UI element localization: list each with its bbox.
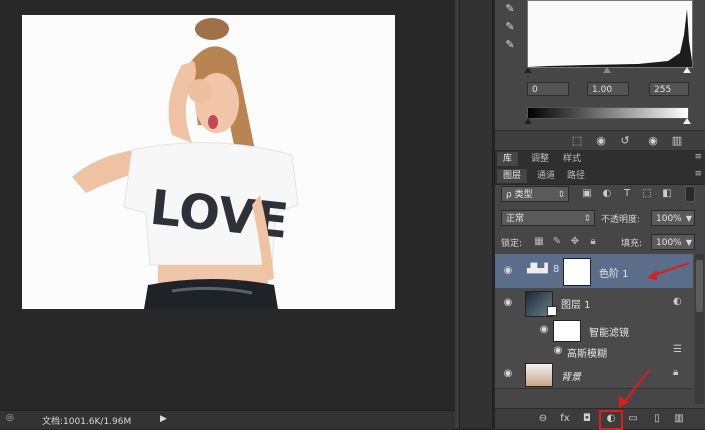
smart-filter-mask-thumbnail[interactable] bbox=[553, 320, 581, 342]
filter-smart-object-icon[interactable]: ◧ bbox=[661, 188, 673, 200]
opacity-value: 100% bbox=[656, 214, 682, 224]
status-menu-arrow-icon[interactable]: ▶ bbox=[160, 414, 167, 424]
chain-link-icon[interactable]: 8 bbox=[553, 264, 559, 275]
new-layer-icon[interactable]: ▯ bbox=[649, 412, 665, 426]
lock-position-icon[interactable]: ✥ bbox=[569, 236, 581, 248]
chevron-down-icon: ⇕ bbox=[557, 190, 565, 200]
lock-image-pixels-icon[interactable]: ✎ bbox=[551, 236, 563, 248]
filter-pixel-icon[interactable]: ▣ bbox=[581, 188, 593, 200]
layer-filter-kind-select[interactable]: ρ 类型 ⇕ bbox=[501, 186, 569, 202]
delete-adjustment-icon[interactable]: ▥ bbox=[669, 134, 685, 148]
tab-styles[interactable]: 样式 bbox=[557, 152, 587, 166]
document-size-info: 文档:1001.6K/1.96M bbox=[42, 417, 132, 427]
layers-panel-menu-icon[interactable]: ≡ bbox=[694, 169, 702, 179]
right-panel: ✎ ✎ ✎ 0 1.00 255 ⬚ ◉ ↺ ◉ ▥ 库 调整 样式 ≡ 图层 … bbox=[494, 0, 705, 430]
visibility-eye-icon[interactable]: ◉ bbox=[551, 345, 565, 357]
fill-value: 100% bbox=[656, 238, 682, 248]
blend-mode-value: 正常 bbox=[506, 214, 525, 224]
layer-name[interactable]: 色阶 1 bbox=[599, 265, 629, 280]
gray-eyedropper-icon[interactable]: ✎ bbox=[503, 20, 517, 34]
new-adjustment-layer-icon[interactable]: ◐ bbox=[599, 410, 623, 430]
tab-channels[interactable]: 通道 bbox=[531, 169, 561, 183]
layer-row-background[interactable]: ◉ 背景 🔒︎ bbox=[495, 360, 693, 389]
layers-toolbar: ⊖ fx ◘ ◐ ▭ ▯ ▥ bbox=[495, 408, 705, 430]
annotation-arrow-icon bbox=[647, 262, 690, 280]
layer-thumbnail[interactable] bbox=[525, 363, 553, 387]
lock-all-icon[interactable]: 🔒︎ bbox=[587, 236, 599, 248]
toggle-visibility-icon[interactable]: ◉ bbox=[645, 134, 661, 148]
midtone-slider[interactable] bbox=[603, 67, 611, 73]
layer-name[interactable]: 背景 bbox=[561, 368, 581, 383]
visibility-eye-icon[interactable]: ◉ bbox=[501, 297, 515, 309]
filter-shape-icon[interactable]: ⬚ bbox=[641, 188, 653, 200]
input-gamma-field[interactable]: 1.00 bbox=[587, 82, 629, 96]
output-white-slider[interactable] bbox=[683, 118, 691, 124]
white-point-slider[interactable] bbox=[683, 67, 691, 73]
visibility-eye-icon[interactable]: ◉ bbox=[537, 324, 551, 336]
layer-name[interactable]: 图层 1 bbox=[561, 296, 591, 311]
panel-tabs-layers: 图层 通道 路径 ≡ bbox=[495, 167, 705, 185]
visibility-eye-icon[interactable]: ◉ bbox=[501, 265, 515, 277]
filter-type-icon[interactable]: T bbox=[621, 188, 633, 200]
levels-adjustment-icon: ▟▙▟ bbox=[527, 264, 548, 274]
smart-filter-indicator-icon[interactable]: ◐ bbox=[673, 296, 682, 307]
fill-label: 填充: bbox=[621, 239, 643, 249]
input-white-field[interactable]: 255 bbox=[649, 82, 689, 96]
layer-row-levels[interactable]: ◉ ▟▙▟ 8 色阶 1 bbox=[495, 254, 693, 289]
view-previous-state-icon[interactable]: ◉ bbox=[593, 134, 609, 148]
zoom-icon[interactable]: ◎ bbox=[6, 413, 18, 425]
filter-blending-options-icon[interactable]: ☰ bbox=[673, 344, 682, 355]
add-mask-icon[interactable]: ◘ bbox=[579, 412, 595, 426]
levels-histogram bbox=[527, 0, 693, 68]
status-bar: ◎ 文档:1001.6K/1.96M ▶ bbox=[0, 410, 455, 429]
opacity-label: 不透明度: bbox=[601, 215, 641, 225]
fill-field[interactable]: 100% ▼ bbox=[651, 234, 695, 250]
filter-kind-label: ρ 类型 bbox=[506, 190, 533, 200]
canvas-area[interactable]: LOVE ◎ 文档:1001.6K/1.96M ▶ bbox=[0, 0, 455, 429]
white-eyedropper-icon[interactable]: ✎ bbox=[503, 38, 517, 52]
layer-row-gaussian-blur[interactable]: ◉ 高斯模糊 ☰ bbox=[495, 342, 693, 361]
filter-toggle-switch[interactable] bbox=[685, 186, 695, 202]
layer-row-layer1[interactable]: ◉ 图层 1 ◐ bbox=[495, 288, 693, 319]
smart-object-badge-icon bbox=[547, 306, 557, 316]
photo-illustration: LOVE bbox=[22, 15, 395, 309]
layer-mask-thumbnail[interactable] bbox=[563, 258, 591, 286]
tab-adjustments[interactable]: 调整 bbox=[525, 152, 555, 166]
new-group-folder-icon[interactable]: ▭ bbox=[625, 412, 641, 426]
layer-style-fx-icon[interactable]: fx bbox=[557, 412, 573, 426]
blend-mode-select[interactable]: 正常 ⇕ bbox=[501, 210, 595, 226]
delete-layer-icon[interactable]: ▥ bbox=[671, 412, 687, 426]
output-black-slider[interactable] bbox=[524, 118, 532, 124]
filter-adjustment-icon[interactable]: ◐ bbox=[601, 188, 613, 200]
panel-menu-icon[interactable]: ≡ bbox=[694, 152, 702, 162]
clip-to-layer-icon[interactable]: ⬚ bbox=[569, 134, 585, 148]
levels-toolbar: ⬚ ◉ ↺ ◉ ▥ bbox=[495, 130, 705, 151]
input-black-field[interactable]: 0 bbox=[527, 82, 569, 96]
chevron-down-icon: ⇕ bbox=[583, 214, 591, 224]
link-layers-icon[interactable]: ⊖ bbox=[535, 412, 551, 426]
output-levels-gradient bbox=[527, 107, 689, 119]
tab-layers[interactable]: 图层 bbox=[497, 169, 528, 183]
reset-icon[interactable]: ↺ bbox=[617, 134, 633, 148]
dropdown-arrow-icon[interactable]: ▼ bbox=[686, 211, 692, 227]
tab-library[interactable]: 库 bbox=[497, 152, 519, 166]
layer-name[interactable]: 高斯模糊 bbox=[567, 345, 607, 360]
tab-paths[interactable]: 路径 bbox=[561, 169, 591, 183]
panel-tabs-library: 库 调整 样式 ≡ bbox=[495, 150, 705, 168]
layer-name[interactable]: 智能滤镜 bbox=[589, 324, 629, 339]
annotation-arrow-icon bbox=[619, 369, 650, 408]
dropdown-arrow-icon[interactable]: ▼ bbox=[686, 235, 692, 251]
background-lock-icon[interactable]: 🔒︎ bbox=[673, 367, 678, 378]
black-point-slider[interactable] bbox=[524, 67, 532, 73]
document-photo[interactable]: LOVE bbox=[22, 15, 395, 309]
collapsed-panel-strip bbox=[459, 0, 493, 428]
opacity-field[interactable]: 100% ▼ bbox=[651, 210, 695, 226]
layers-scrollbar-thumb[interactable] bbox=[696, 260, 703, 312]
layer-row-smart-filters[interactable]: ◉ 智能滤镜 bbox=[495, 318, 693, 343]
visibility-eye-icon[interactable]: ◉ bbox=[501, 368, 515, 380]
lock-label: 锁定: bbox=[501, 239, 523, 249]
black-eyedropper-icon[interactable]: ✎ bbox=[503, 2, 517, 16]
lock-transparent-pixels-icon[interactable]: ▦ bbox=[533, 236, 545, 248]
